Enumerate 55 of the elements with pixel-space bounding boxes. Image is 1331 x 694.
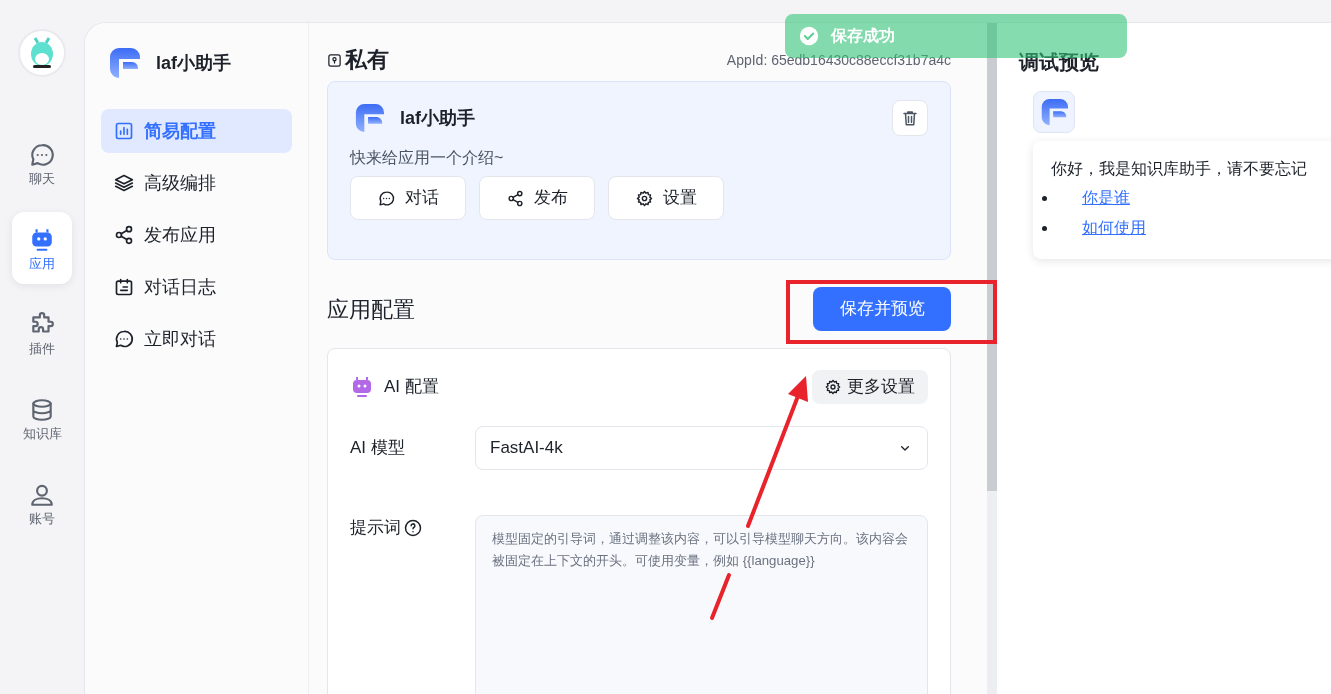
- menu-item[interactable]: 立即对话: [101, 317, 292, 361]
- preview-title: 调试预览: [1019, 50, 1100, 75]
- avatar-icon[interactable]: [18, 29, 66, 77]
- nav-item[interactable]: 聊天: [12, 127, 72, 199]
- help-icon: [404, 518, 422, 537]
- field-label: 提示词: [350, 517, 401, 539]
- menu-item[interactable]: 对话日志: [101, 265, 292, 309]
- robot-icon: [29, 226, 55, 253]
- app-logo-icon: [354, 103, 384, 133]
- nav-item[interactable]: 应用: [12, 212, 72, 284]
- card-title: AI 配置: [384, 376, 439, 399]
- model-select[interactable]: FastAI-4k: [475, 426, 928, 470]
- card-button[interactable]: 发布: [479, 176, 595, 220]
- scrollbar[interactable]: [987, 23, 997, 694]
- message-text: 你好，我是知识库助手，请不要忘记: [1051, 159, 1308, 179]
- nav-item[interactable]: 账号: [12, 467, 72, 539]
- menu-item[interactable]: 简易配置: [101, 109, 292, 153]
- field-label: AI 模型: [350, 437, 406, 460]
- app-logo-icon: [1040, 98, 1068, 126]
- check-circle-icon: [799, 26, 819, 46]
- chat-bubble-icon: [377, 189, 395, 207]
- robot-icon: [350, 375, 374, 399]
- nav-item[interactable]: 插件: [12, 297, 72, 369]
- menu-item[interactable]: 高级编排: [101, 161, 292, 205]
- app-intro: 快来给应用一个介绍~: [350, 148, 505, 168]
- save-preview-button[interactable]: 保存并预览: [813, 287, 951, 331]
- question-link[interactable]: 你是谁: [1082, 186, 1130, 210]
- section-title: 私有: [345, 49, 389, 71]
- delete-button[interactable]: [892, 100, 928, 136]
- bullet-icon: [1042, 195, 1047, 201]
- app-name: laf小助手: [400, 106, 475, 130]
- section-title: 应用配置: [327, 295, 415, 324]
- prompt-field[interactable]: 模型固定的引导词，通过调整该内容，可以引导模型聊天方向。该内容会被固定在上下文的开头。可使用变量，例如 {{language}}: [475, 515, 928, 694]
- menu-item[interactable]: 发布应用: [101, 213, 292, 257]
- trash-icon: [901, 109, 919, 127]
- bar-chart-icon: [114, 121, 134, 141]
- question-link[interactable]: 如何使用: [1082, 216, 1146, 240]
- toast-message: 保存成功: [831, 26, 895, 46]
- chat-bubble-icon: [114, 329, 134, 349]
- app-name: laf小助手: [156, 51, 231, 75]
- card-button[interactable]: 设置: [608, 176, 724, 220]
- layers-icon: [114, 173, 134, 193]
- more-settings-button[interactable]: 更多设置: [812, 370, 928, 404]
- lock-icon: [327, 52, 342, 68]
- app-logo-icon: [108, 47, 140, 79]
- share-icon: [114, 225, 134, 245]
- calendar-icon: [114, 277, 134, 297]
- share-icon: [506, 189, 524, 207]
- gear-icon: [635, 189, 653, 207]
- card-button[interactable]: 对话: [350, 176, 466, 220]
- gear-icon: [825, 379, 841, 395]
- nav-item[interactable]: 知识库: [12, 382, 72, 454]
- chat-bubble-icon: [29, 141, 55, 168]
- bullet-icon: [1042, 225, 1047, 231]
- database-icon: [29, 396, 55, 423]
